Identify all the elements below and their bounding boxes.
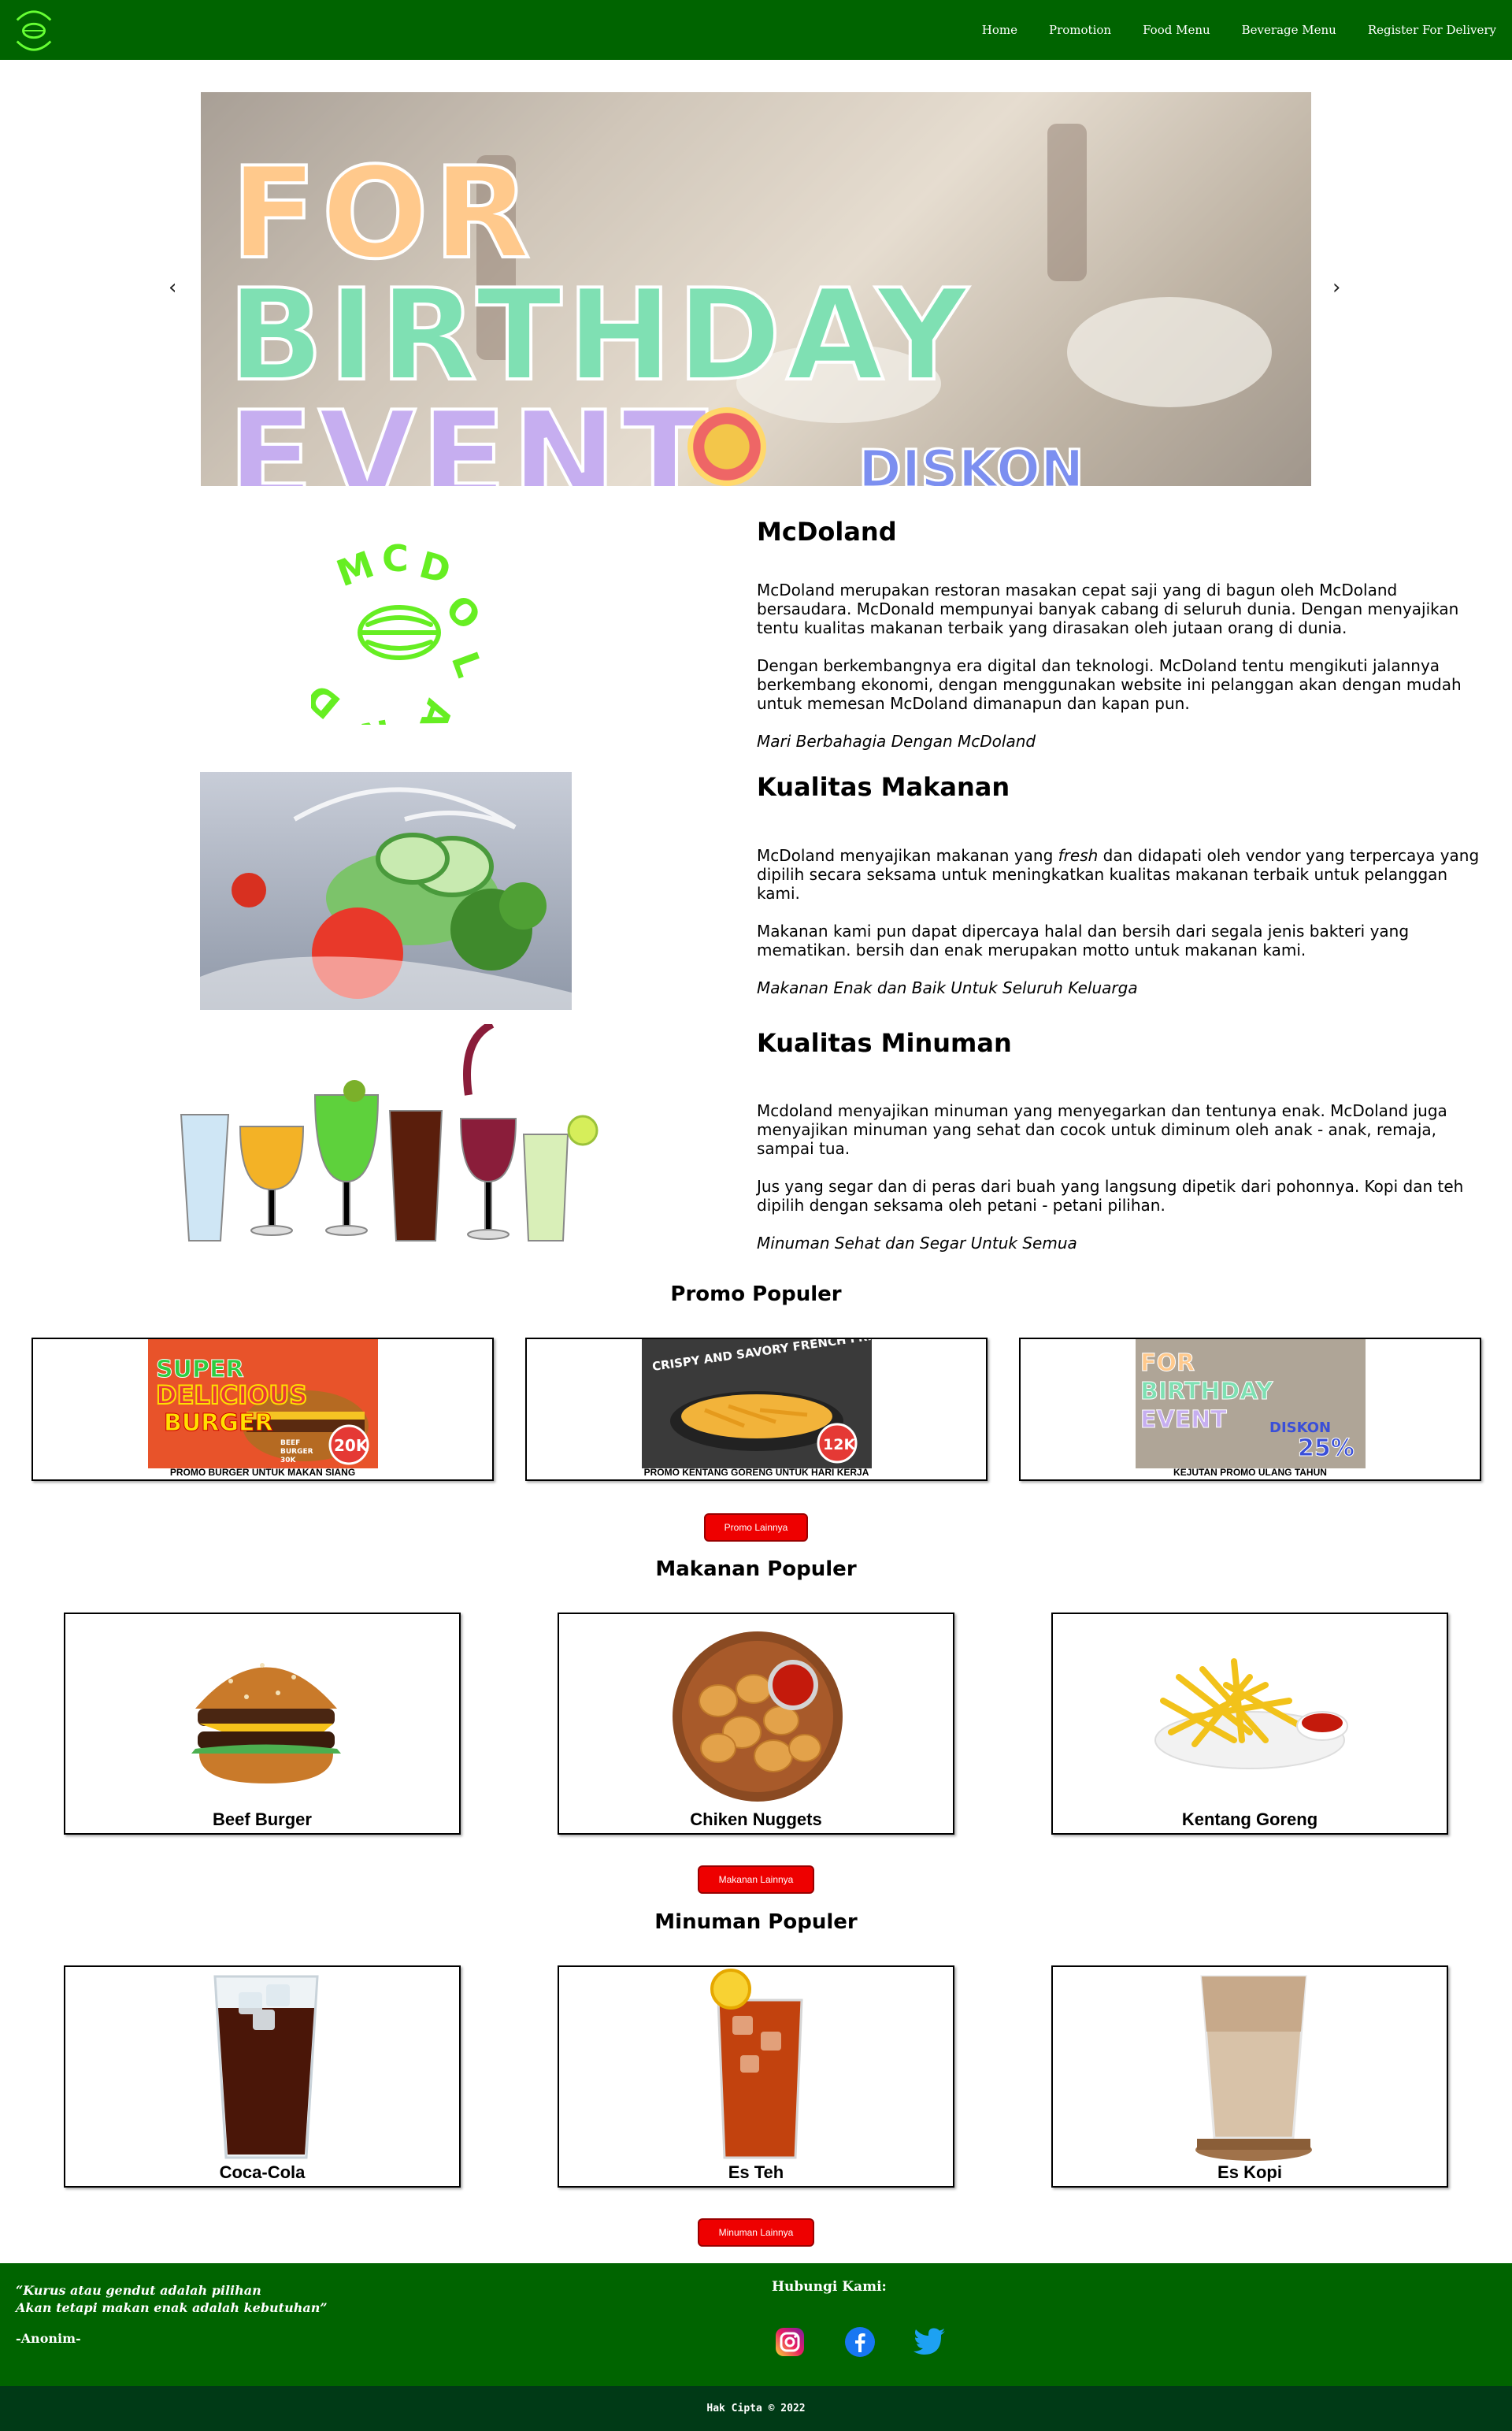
mcdoland-logo-icon[interactable] <box>11 5 57 55</box>
facebook-icon[interactable] <box>843 2325 877 2359</box>
party-hat-icon <box>687 407 766 486</box>
promo-caption: PROMO KENTANG GORENG UNTUK HARI KERJA <box>643 1467 869 1478</box>
promo-banner-text: DELICIOUS <box>156 1380 307 1410</box>
slider-next-button[interactable]: › <box>1332 276 1340 299</box>
about-title-mcdoland: McDoland <box>757 517 897 547</box>
nav-links: Home Promotion Food Menu Beverage Menu R… <box>982 0 1496 60</box>
promo-banner-price: 25% <box>1298 1434 1354 1462</box>
es-teh-image <box>710 1969 803 2159</box>
footer: “Kurus atau gendut adalah pilihan Akan t… <box>0 2263 1512 2386</box>
svg-text:C: C <box>382 540 409 580</box>
drinks-image <box>161 1024 602 1249</box>
about-paragraph: McDoland merupakan restoran masakan cepa… <box>757 581 1459 637</box>
nav-beverage-menu[interactable]: Beverage Menu <box>1242 23 1336 37</box>
drink-card-es-kopi[interactable]: Es Kopi <box>1051 1965 1448 2188</box>
es-kopi-image <box>1195 1975 1312 2161</box>
drink-card-coca-cola[interactable]: Coca-Cola <box>64 1965 461 2188</box>
promo-banner-text: BURGER <box>280 1448 313 1456</box>
promo-card-birthday[interactable]: FOR BIRTHDAY EVENT DISKON 25% KEJUTAN PR… <box>1019 1338 1481 1481</box>
chicken-nuggets-image <box>673 1631 843 1802</box>
promo-banner-text: SUPER <box>156 1356 244 1383</box>
copyright-bar: Hak Cipta © 2022 <box>0 2386 1512 2431</box>
food-caption: Chiken Nuggets <box>690 1809 822 1829</box>
svg-text:D: D <box>415 543 455 592</box>
footer-quote-author: -Anonim- <box>16 2331 81 2346</box>
svg-text:D: D <box>311 675 348 725</box>
svg-text:A: A <box>411 694 461 725</box>
drink-caption: Es Kopi <box>1217 2162 1282 2182</box>
nav-promotion[interactable]: Promotion <box>1049 23 1111 37</box>
promo-banner-text: FOR <box>1140 1349 1195 1377</box>
about-text-mcdoland: McDoland merupakan restoran masakan cepa… <box>757 581 1481 770</box>
about-paragraph: Dengan berkembangnya era digital dan tek… <box>757 656 1462 713</box>
mcdoland-big-logo-icon: M C D O L A N D <box>311 540 488 725</box>
food-section-title: Makanan Populer <box>655 1557 857 1581</box>
navbar: Home Promotion Food Menu Beverage Menu R… <box>0 0 1512 60</box>
nav-register-delivery[interactable]: Register For Delivery <box>1368 23 1496 37</box>
drink-caption: Es Teh <box>728 2162 784 2182</box>
promo-banner-price: 20K <box>334 1436 369 1455</box>
promo-burger-banner: SUPER DELICIOUS BURGER 20K BEEF BURGER 3… <box>148 1339 378 1468</box>
about-paragraph: Jus yang segar dan di peras dari buah ya… <box>757 1177 1464 1215</box>
promo-more-button[interactable]: Promo Lainnya <box>704 1513 808 1542</box>
svg-text:L: L <box>443 646 488 682</box>
slider-prev-button[interactable]: ‹ <box>169 276 176 299</box>
promo-banner-text: BIRTHDAY <box>1140 1378 1274 1405</box>
food-card-french-fries[interactable]: Kentang Goreng <box>1051 1613 1448 1835</box>
hero-slider: FOR BIRTHDAY EVENT DISKON <box>201 92 1311 486</box>
food-caption: Beef Burger <box>213 1809 312 1829</box>
svg-text:N: N <box>357 711 394 725</box>
promo-card-burger[interactable]: SUPER DELICIOUS BURGER 20K BEEF BURGER 3… <box>32 1338 494 1481</box>
svg-text:M: M <box>331 543 379 595</box>
twitter-icon[interactable] <box>912 2325 947 2359</box>
drink-card-es-teh[interactable]: Es Teh <box>558 1965 954 2188</box>
promo-card-fries[interactable]: CRISPY AND SAVORY FRENCH FRIES 12K PROMO… <box>525 1338 988 1481</box>
fresh-vegetables-image <box>200 772 572 1010</box>
hero-text-event: EVENT <box>226 382 713 486</box>
promo-banner-text: EVENT <box>1140 1406 1227 1434</box>
about-tagline: Mari Berbahagia Dengan McDoland <box>757 732 1036 751</box>
footer-quote-line: “Kurus atau gendut adalah pilihan <box>16 2283 261 2298</box>
beef-burger-image <box>191 1663 341 1783</box>
about-text-drinks: Mcdoland menyajikan minuman yang menyega… <box>757 1101 1481 1271</box>
instagram-icon[interactable] <box>773 2325 807 2359</box>
page: Home Promotion Food Menu Beverage Menu R… <box>0 0 1512 2431</box>
promo-birthday-banner: FOR BIRTHDAY EVENT DISKON 25% <box>1136 1339 1366 1468</box>
footer-quote: “Kurus atau gendut adalah pilihan Akan t… <box>16 2282 328 2317</box>
nav-food-menu[interactable]: Food Menu <box>1143 23 1210 37</box>
promo-caption: PROMO BURGER UNTUK MAKAN SIANG <box>169 1467 356 1478</box>
drink-caption: Coca-Cola <box>219 2162 306 2182</box>
copyright-text: Hak Cipta © 2022 <box>706 2403 806 2414</box>
drinks-section-title: Minuman Populer <box>654 1910 858 1934</box>
promo-fries-banner: CRISPY AND SAVORY FRENCH FRIES 12K <box>642 1339 872 1468</box>
food-card-beef-burger[interactable]: Beef Burger <box>64 1613 461 1835</box>
about-emphasis: fresh <box>1058 846 1099 865</box>
about-title-drinks: Kualitas Minuman <box>757 1028 1012 1058</box>
food-card-chicken-nuggets[interactable]: Chiken Nuggets <box>558 1613 954 1835</box>
nav-home[interactable]: Home <box>982 23 1017 37</box>
footer-quote-line: Akan tetapi makan enak adalah kebutuhan” <box>16 2300 328 2315</box>
drinks-more-button[interactable]: Minuman Lainnya <box>698 2218 814 2247</box>
coca-cola-image <box>213 1975 319 2159</box>
about-paragraph: Mcdoland menyajikan minuman yang menyega… <box>757 1101 1447 1158</box>
hero-text-diskon: DISKON <box>857 438 1084 487</box>
food-more-button[interactable]: Makanan Lainnya <box>698 1865 814 1894</box>
promo-section-title: Promo Populer <box>670 1282 842 1306</box>
about-title-food: Kualitas Makanan <box>757 772 1010 802</box>
svg-text:O: O <box>437 587 488 639</box>
about-text-food: McDoland menyajikan makanan yang fresh d… <box>757 846 1481 1016</box>
promo-banner-text: 30K <box>280 1457 297 1464</box>
promo-banner-text: BURGER <box>164 1409 273 1437</box>
about-paragraph: Makanan kami pun dapat dipercaya halal d… <box>757 922 1410 959</box>
about-paragraph: McDoland menyajikan makanan yang <box>757 846 1058 865</box>
promo-banner-text: BEEF <box>280 1439 300 1447</box>
food-caption: Kentang Goreng <box>1181 1809 1318 1829</box>
about-tagline: Makanan Enak dan Baik Untuk Seluruh Kelu… <box>757 978 1138 997</box>
contact-title: Hubungi Kami: <box>772 2279 887 2295</box>
promo-banner-price: 12K <box>823 1436 856 1453</box>
about-tagline: Minuman Sehat dan Segar Untuk Semua <box>757 1234 1077 1253</box>
promo-banner-text: DISKON <box>1269 1420 1331 1436</box>
french-fries-image <box>1154 1658 1348 1769</box>
promo-caption: KEJUTAN PROMO ULANG TAHUN <box>1173 1467 1327 1478</box>
